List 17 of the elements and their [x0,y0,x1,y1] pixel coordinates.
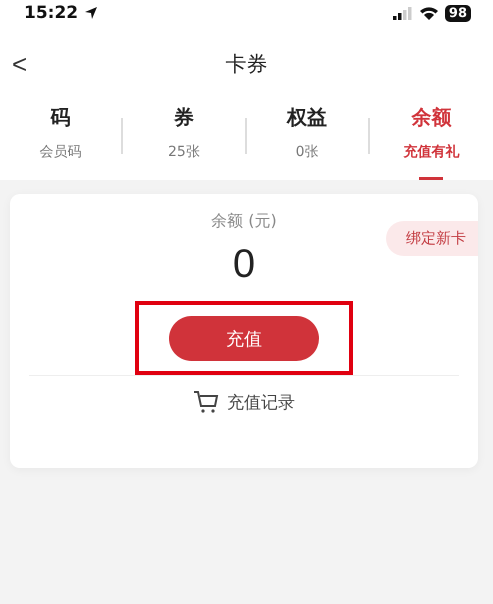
balance-caption: 余额 (元) [211,211,277,232]
bind-card-button[interactable]: 绑定新卡 [386,221,478,256]
battery-level: 98 [444,4,471,22]
page-title: 卡券 [226,51,268,78]
balance-amount: 0 [232,242,256,287]
tab[interactable]: 码 会员码 [0,102,122,180]
wifi-icon [418,6,439,20]
tab[interactable]: 权益 0张 [246,102,368,180]
back-button[interactable]: < [12,48,28,80]
cart-icon [193,390,219,414]
location-arrow-icon [84,6,98,20]
recharge-history-link[interactable]: 充值记录 [227,390,295,414]
status-time: 15:22 [24,3,78,23]
tab[interactable]: 券 25张 [123,102,244,180]
signal-icon [392,6,413,20]
recharge-button[interactable]: 充值 [169,316,319,361]
tab[interactable]: 余额 充值有礼 [370,102,493,180]
